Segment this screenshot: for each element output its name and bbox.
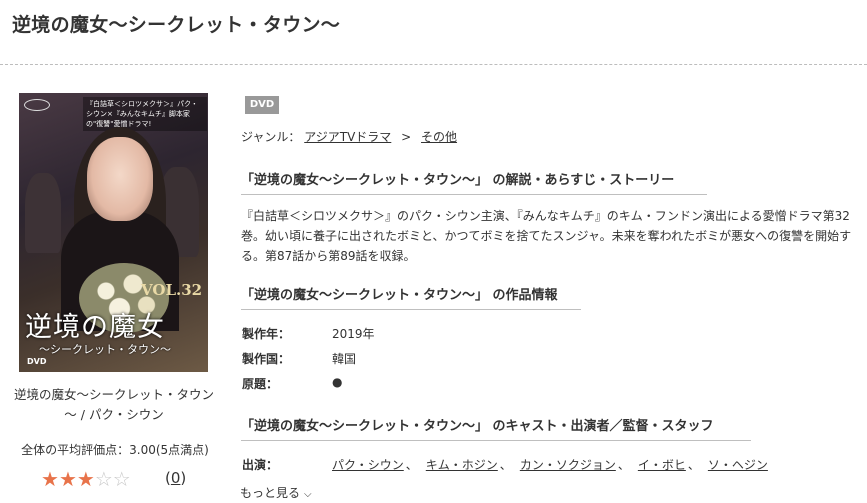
rating-stars: ★★★☆☆: [41, 467, 131, 491]
info-value-original-title: ●: [332, 375, 343, 389]
chevron-down-icon: ⌵: [304, 489, 312, 500]
genre-link-other[interactable]: その他: [421, 130, 457, 144]
cover-face: [87, 137, 153, 221]
cast-separator: 、: [499, 458, 512, 472]
genre-label: ジャンル：: [241, 130, 301, 144]
info-label-original-title: 原題：: [242, 377, 279, 391]
cast-separator: 、: [687, 458, 700, 472]
cast-separator: 、: [405, 458, 418, 472]
info-label-year: 製作年：: [242, 327, 291, 341]
cast-link[interactable]: キム・ホジン: [426, 458, 498, 472]
info-section-title: 「逆境の魔女～シークレット・タウン～」 の作品情報: [241, 284, 581, 310]
star-empty-icon: ☆: [94, 467, 113, 491]
page-title: 逆境の魔女～シークレット・タウン～: [12, 14, 341, 36]
star-filled-icon: ★: [76, 467, 95, 491]
info-label-country: 製作国：: [242, 352, 291, 366]
show-more-button[interactable]: もっと見る ⌵: [240, 484, 312, 501]
cover-title: 逆境の魔女: [25, 312, 165, 343]
story-text: 『白詰草＜シロツメクサ＞』のパク・シウン主演、『みんなキムチ』のキム・フンドン演…: [241, 209, 852, 263]
review-count-link[interactable]: (0): [165, 469, 186, 487]
average-rating-text: 全体の平均評価点：3.00(5点満点): [21, 443, 209, 457]
cover-subtitle: ～シークレット・タウン～: [39, 343, 171, 356]
star-filled-icon: ★: [41, 467, 59, 491]
cover-tagline: 『白詰草＜シロツメクサ＞』パク・シウン×『みんなキムチ』脚本家の"復讐"愛憎ドラ…: [83, 97, 207, 131]
cover-image[interactable]: 『白詰草＜シロツメクサ＞』パク・シウン×『みんなキムチ』脚本家の"復讐"愛憎ドラ…: [19, 93, 208, 372]
genre-link-asian-tv-drama[interactable]: アジアTVドラマ: [304, 130, 391, 144]
info-value-year: 2019年: [332, 327, 375, 341]
story-section-title: 「逆境の魔女～シークレット・タウン～」 の解説・あらすじ・ストーリー: [241, 169, 707, 195]
cast-link[interactable]: パク・シウン: [332, 458, 404, 472]
show-more-label: もっと見る: [240, 486, 301, 500]
info-value-country: 韓国: [332, 352, 357, 366]
cast-list: パク・シウン、キム・ホジン、カン・ソクジョン、イ・ボヒ、ソ・ヘジン: [332, 456, 768, 473]
cast-link[interactable]: カン・ソクジョン: [520, 458, 616, 472]
star-empty-icon: ☆: [112, 467, 131, 491]
studio-logo-icon: [24, 99, 50, 111]
divider: [0, 64, 867, 65]
review-count: 0: [170, 469, 181, 487]
cover-vol: VOL.32: [141, 281, 203, 299]
cast-label: 出演：: [242, 458, 279, 472]
cast-section-title: 「逆境の魔女～シークレット・タウン～」 のキャスト・出演者／監督・スタッフ: [241, 415, 751, 441]
cast-link[interactable]: ソ・ヘジン: [708, 458, 768, 472]
cast-link[interactable]: イ・ボヒ: [638, 458, 686, 472]
product-caption: 逆境の魔女～シークレット・タウン～ / パク・シウン: [14, 387, 215, 422]
star-filled-icon: ★: [58, 467, 77, 491]
cast-separator: 、: [617, 458, 630, 472]
genre-breadcrumb: ジャンル： アジアTVドラマ > その他: [241, 128, 457, 145]
dvd-logo-icon: DVD: [27, 357, 47, 366]
genre-separator: >: [401, 130, 412, 144]
cover-figure-left: [25, 173, 61, 253]
format-badge: DVD: [245, 96, 279, 114]
